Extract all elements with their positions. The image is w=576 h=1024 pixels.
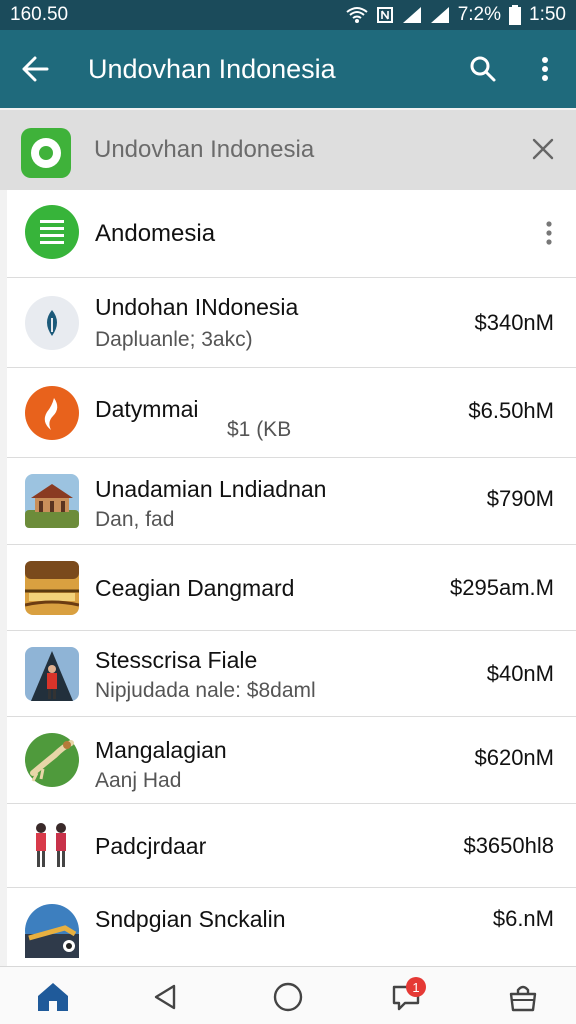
item-name: Stesscrisa Fiale [95,647,258,673]
item-price: $295am.M [450,575,554,600]
item-name: Sndpgian Snckalin [95,906,286,932]
item-name: Unadamian Lndiadnan [95,476,327,502]
item-price: $620nM [474,745,554,770]
list-item[interactable]: Mangalagian Aanj Had $620nM [7,717,576,804]
list-item[interactable]: Padcjrdaar $3650hl8 [7,804,576,888]
notification-badge: 1 [406,977,426,997]
logo-dot [39,146,53,160]
orange-logo-icon [25,386,79,440]
item-subtitle: Dapluanle; 3akc) [95,328,253,351]
search-bar[interactable]: Undovhan Indonesia [0,110,576,190]
list-menu-icon [25,205,79,259]
section-header[interactable]: Andomesia [7,190,576,278]
search-query-text[interactable]: Undovhan Indonesia [94,136,314,164]
logo-ring [31,138,61,168]
app-logo-icon [21,128,71,178]
bottom-navigation: 1 [0,966,576,1024]
nfc-icon [376,6,394,24]
arrow-left-icon [22,56,49,82]
close-icon [532,138,554,160]
dancer-photo [25,647,79,701]
status-time: 1:50 [529,4,566,25]
item-price: $6.nM [492,906,554,931]
item-price: $40nM [486,661,554,686]
list-item[interactable]: Undohan INdonesia Dapluanle; 3akc) $340n… [7,278,576,368]
status-right: 7:2% 1:50 [346,4,566,26]
shop-button[interactable] [503,977,543,1017]
people-figures [25,818,79,872]
signal-icon [402,6,422,24]
more-vert-icon [542,57,548,81]
home-icon [38,983,68,1011]
results-card: Andomesia Undohan INdonesia Dapluanle; 3… [7,190,576,966]
item-subtitle: Aanj Had [95,769,182,792]
triangle-back-icon [154,984,176,1010]
clear-search-button[interactable] [526,132,560,166]
pavilion-photo [25,474,79,528]
item-price: $3650hl8 [463,833,554,858]
status-left-text: 160.50 [10,4,69,25]
app-root: 160.50 7:2% 1:50 Undovhan Indonesia Undo… [0,0,576,1024]
field-photo [25,733,79,787]
item-subtitle: Dan, fad [95,508,175,531]
search-icon [470,56,496,82]
status-bar: 160.50 7:2% 1:50 [0,0,576,30]
back-button[interactable] [0,30,70,108]
item-price: $6.50hM [468,398,554,423]
list-item[interactable]: Sndpgian Snckalin $6.nM [7,888,576,966]
app-bar-title: Undovhan Indonesia [88,53,336,84]
item-price: $790M [486,486,554,511]
list-item[interactable]: Stesscrisa Fiale Nipjudada nale: $8daml … [7,631,576,717]
item-name: Datymmai [95,396,199,422]
item-name: Mangalagian [95,737,227,763]
more-options-button[interactable] [514,30,576,108]
item-subtitle: $1 (KB [227,418,292,441]
section-title: Andomesia [95,220,216,247]
section-more-icon[interactable] [544,220,554,246]
list-item[interactable]: Ceagian Dangmard $295am.M [7,545,576,631]
item-name: Padcjrdaar [95,833,207,859]
search-button[interactable] [452,30,514,108]
leaf-logo-icon [25,296,79,350]
back-nav-button[interactable] [145,977,185,1017]
item-subtitle: Nipjudada nale: $8daml [95,679,316,702]
signal-icon-2 [430,6,450,24]
item-price: $340nM [474,310,554,335]
home-button[interactable] [33,977,73,1017]
home-nav-button[interactable] [268,977,308,1017]
boat-photo [24,561,80,615]
app-bar: Undovhan Indonesia [0,30,576,108]
shopping-bag-icon [509,985,537,1012]
list-item[interactable]: Datymmai $1 (KB $6.50hM [7,368,576,458]
circle-home-icon [273,982,303,1012]
wifi-icon [346,6,368,24]
list-item[interactable]: Unadamian Lndiadnan Dan, fad $790M [7,458,576,545]
landscape-photo [25,904,79,958]
battery-icon [509,5,522,25]
notifications-button[interactable]: 1 [386,977,426,1017]
item-name: Undohan INdonesia [95,294,299,320]
battery-percent: 7:2% [457,4,502,25]
item-name: Ceagian Dangmard [95,575,295,601]
